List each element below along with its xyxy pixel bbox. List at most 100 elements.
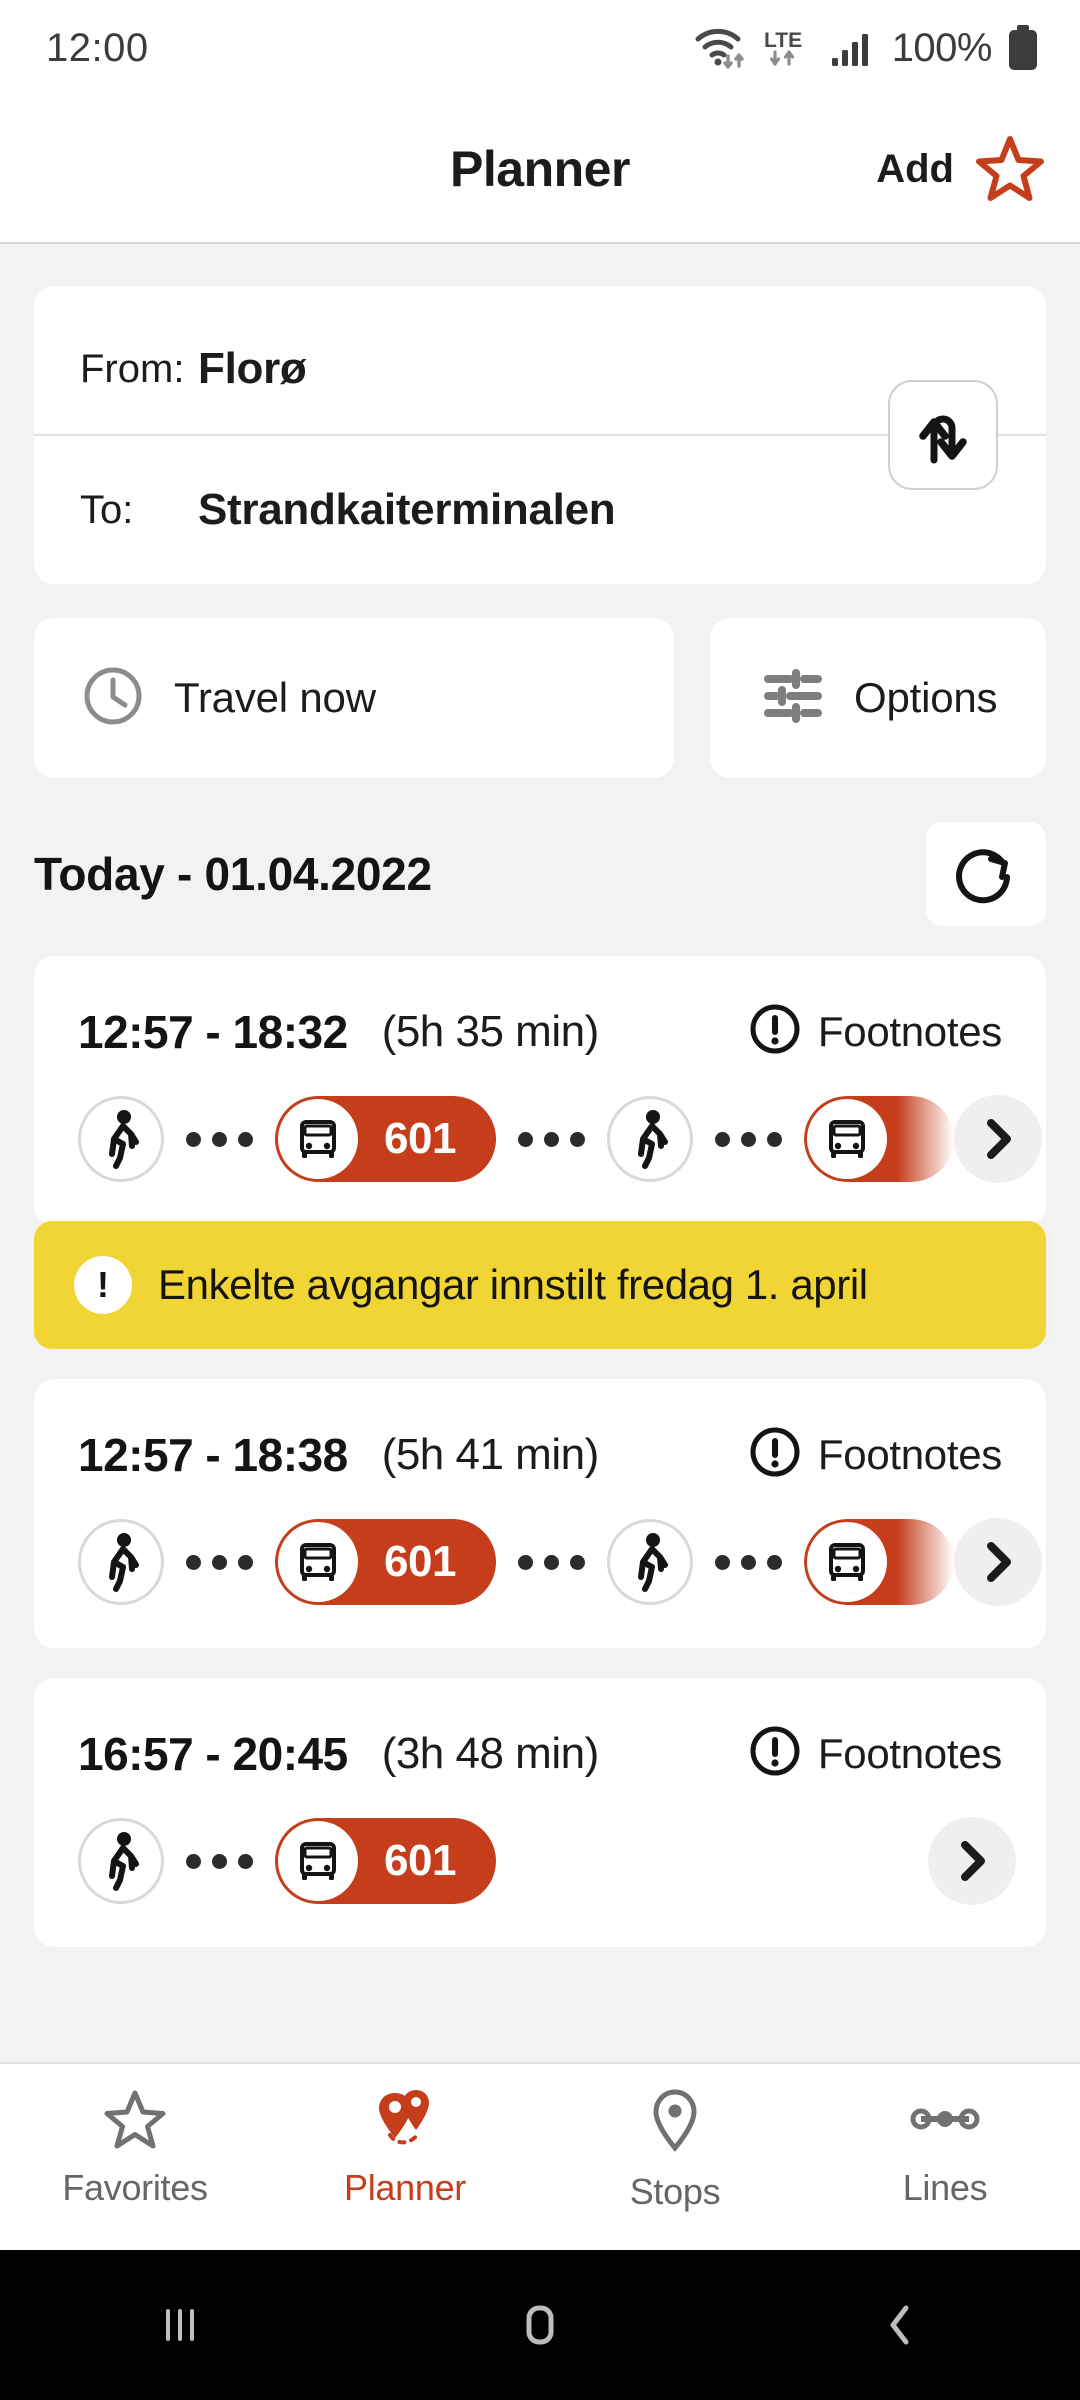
trip-duration: (3h 48 min): [381, 1728, 600, 1778]
status-icon-group: LTE 100%: [694, 24, 1040, 72]
refresh-button[interactable]: [926, 822, 1046, 926]
leg-connector-dots: [714, 1131, 782, 1147]
swap-vertical-icon[interactable]: [888, 380, 998, 490]
trip-summary-row: 12:57 - 18:38 (5h 41 min) Footnotes: [34, 1379, 1046, 1484]
trip-details-button[interactable]: [953, 1095, 1042, 1183]
back-button[interactable]: [720, 2295, 1080, 2355]
walk-icon: [78, 1096, 164, 1182]
exclamation-circle-icon: [748, 1724, 802, 1783]
leg-connector-dots: [714, 1554, 782, 1570]
add-label[interactable]: Add: [876, 147, 954, 192]
options-button[interactable]: Options: [710, 618, 1046, 778]
tab-label-lines: Lines: [902, 2167, 988, 2208]
trip-legs-row: 601: [34, 1061, 1046, 1225]
wifi-icon: [694, 25, 746, 71]
refresh-icon: [956, 849, 1010, 904]
battery-icon: [1006, 24, 1040, 72]
phone-screen: 12:00 LTE 100% Planner Add From: Florø T…: [0, 0, 1080, 2400]
chevron-right-icon: [961, 1841, 985, 1881]
leg-connector-dots: [186, 1554, 253, 1570]
service-warning-banner[interactable]: ! Enkelte avgangar innstilt fredag 1. ap…: [34, 1221, 1046, 1349]
trip-duration: (5h 41 min): [381, 1429, 600, 1479]
recents-icon: [166, 2309, 194, 2341]
tab-planner[interactable]: Planner: [270, 2088, 540, 2209]
map-pin-icon: [646, 2088, 704, 2159]
line-dots-icon: [907, 2088, 983, 2155]
two-pins-icon: [370, 2088, 440, 2155]
bus-icon: [278, 1522, 358, 1602]
trip-controls-row: Travel now Options: [34, 618, 1046, 778]
app-bar-actions: Add: [876, 133, 1046, 205]
bus-line-number: 601: [384, 1836, 456, 1885]
footnotes-button[interactable]: Footnotes: [748, 1002, 1002, 1061]
trip-details-button[interactable]: [928, 1817, 1016, 1905]
bus-leg-pill-truncated: [803, 1096, 954, 1182]
trip-duration: (5h 35 min): [381, 1006, 600, 1056]
star-outline-icon[interactable]: [974, 133, 1046, 205]
from-value: Florø: [198, 344, 307, 393]
to-label: To:: [80, 487, 134, 532]
to-value: Strandkaiterminalen: [198, 485, 616, 534]
walk-icon: [606, 1096, 693, 1182]
trip-details-button[interactable]: [953, 1518, 1042, 1606]
trip-times: 12:57 - 18:38: [78, 1428, 348, 1481]
chevron-right-icon: [986, 1542, 1011, 1582]
travel-now-label: Travel now: [174, 674, 376, 721]
trip-result-card[interactable]: 12:57 - 18:38 (5h 41 min) Footnotes 601: [34, 1379, 1046, 1648]
home-icon: [526, 2305, 554, 2345]
signal-icon: [830, 28, 874, 68]
trip-search-card: From: Florø To: Strandkaiterminalen: [34, 286, 1046, 584]
footnotes-button[interactable]: Footnotes: [748, 1425, 1002, 1484]
chevron-right-icon: [986, 1119, 1011, 1159]
leg-connector-dots: [517, 1131, 585, 1147]
tab-label-stops: Stops: [629, 2171, 721, 2212]
footnotes-label: Footnotes: [817, 1729, 1002, 1777]
trip-legs-row: 601: [34, 1484, 1046, 1648]
trip-summary-row: 16:57 - 20:45 (3h 48 min) Footnotes: [34, 1678, 1046, 1783]
tab-label-favorites: Favorites: [62, 2167, 208, 2208]
bus-leg-pill-truncated: [803, 1519, 954, 1605]
bus-leg-pill: 601: [275, 1818, 496, 1904]
bus-leg-pill: 601: [275, 1519, 496, 1605]
tab-favorites[interactable]: Favorites: [0, 2088, 270, 2209]
bus-icon: [806, 1522, 887, 1602]
status-time: 12:00: [46, 25, 149, 70]
footnotes-button[interactable]: Footnotes: [748, 1724, 1002, 1783]
walk-icon: [78, 1818, 164, 1904]
recents-button[interactable]: [0, 2295, 360, 2355]
clock-icon: [82, 665, 144, 732]
tab-stops[interactable]: Stops: [540, 2088, 810, 2213]
lte-icon: LTE: [760, 25, 816, 71]
walk-icon: [606, 1519, 693, 1605]
bus-icon: [278, 1099, 358, 1179]
bus-line-number: 601: [384, 1114, 456, 1163]
exclamation-circle-icon: [748, 1425, 802, 1484]
bus-icon: [278, 1821, 358, 1901]
svg-text:LTE: LTE: [764, 29, 802, 52]
results-header: Today - 01.04.2022: [34, 822, 1046, 926]
tab-label-planner: Planner: [344, 2167, 466, 2208]
tab-lines[interactable]: Lines: [810, 2088, 1080, 2209]
footnotes-label: Footnotes: [817, 1430, 1002, 1478]
trip-times: 16:57 - 20:45: [78, 1727, 348, 1780]
app-bar: Planner Add: [0, 96, 1080, 244]
trip-result-card[interactable]: 12:57 - 18:32 (5h 35 min) Footnotes 601: [34, 956, 1046, 1225]
tune-icon: [762, 668, 824, 728]
exclamation-icon: !: [74, 1256, 132, 1314]
warning-text: Enkelte avgangar innstilt fredag 1. apri…: [158, 1261, 868, 1308]
exclamation-circle-icon: [748, 1002, 802, 1061]
travel-now-button[interactable]: Travel now: [34, 618, 674, 778]
walk-icon: [78, 1519, 164, 1605]
bus-leg-pill: 601: [275, 1096, 496, 1182]
footnotes-label: Footnotes: [817, 1007, 1002, 1055]
status-bar: 12:00 LTE 100%: [0, 0, 1080, 96]
home-button[interactable]: [360, 2295, 720, 2355]
trip-result-card[interactable]: 16:57 - 20:45 (3h 48 min) Footnotes 601: [34, 1678, 1046, 1947]
bus-icon: [806, 1099, 887, 1179]
date-label: Today - 01.04.2022: [34, 848, 432, 900]
options-label: Options: [854, 674, 998, 721]
trip-times: 12:57 - 18:32: [78, 1005, 348, 1058]
leg-connector-dots: [517, 1554, 585, 1570]
trip-summary-row: 12:57 - 18:32 (5h 35 min) Footnotes: [34, 956, 1046, 1061]
from-label: From:: [80, 346, 185, 391]
